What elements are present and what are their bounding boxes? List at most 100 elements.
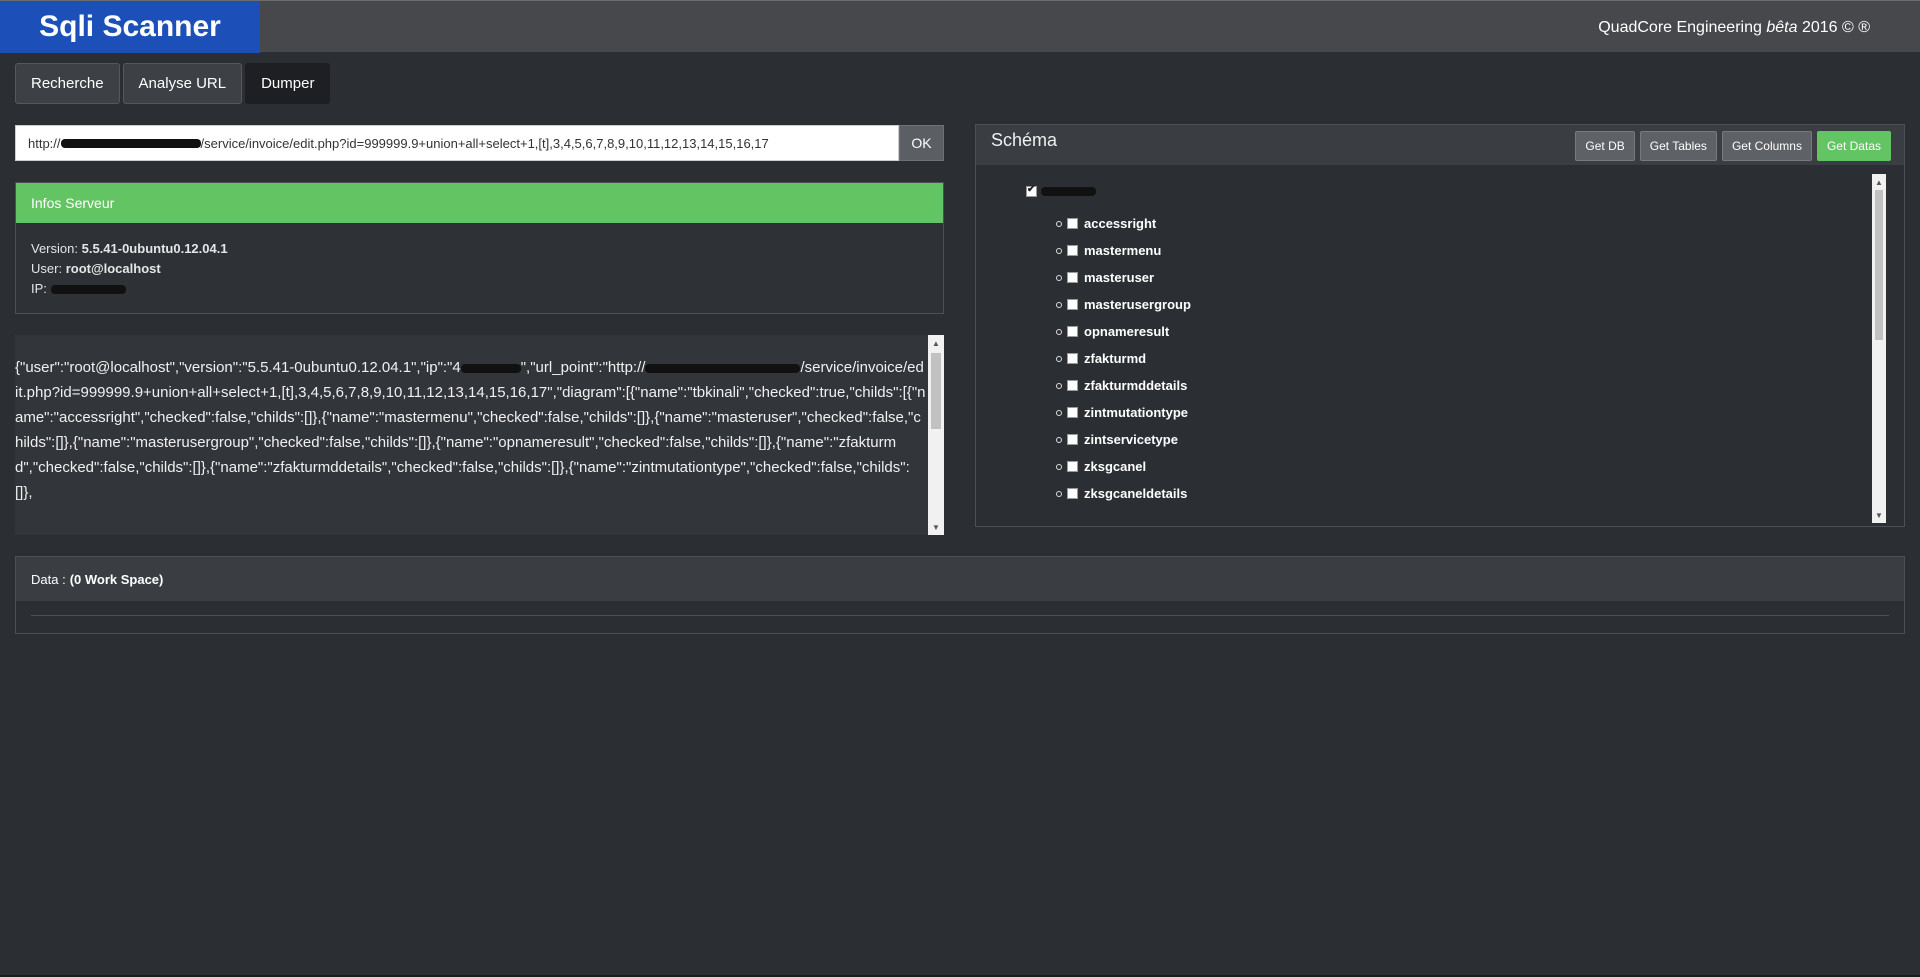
bullet-icon: [1056, 409, 1062, 416]
bullet-icon: [1056, 220, 1062, 227]
table-item[interactable]: zfakturmddetails: [1056, 372, 1191, 399]
table-label: zksgcanel: [1084, 459, 1147, 474]
redacted-json-ip: [460, 363, 521, 373]
json-part-2: ","url_point":"http://: [520, 359, 646, 376]
table-checkbox[interactable]: [1067, 488, 1078, 499]
table-item[interactable]: zksgcaneldetails: [1056, 480, 1191, 507]
table-item[interactable]: zintmutationtype: [1056, 399, 1191, 426]
user-row: User: root@localhost: [31, 259, 928, 279]
server-info-title: Infos Serveur: [16, 183, 943, 223]
table-item[interactable]: zintservicetype: [1056, 426, 1191, 453]
redacted-ip: [50, 285, 126, 295]
schema-scroll-up-icon[interactable]: ▲: [1872, 174, 1886, 190]
json-output-text: {"user":"root@localhost","version":"5.5.…: [15, 355, 926, 505]
scroll-thumb[interactable]: [931, 353, 941, 429]
table-list: accessright mastermenu masteruser masteruse…: [1056, 210, 1191, 507]
ok-button[interactable]: OK: [899, 125, 944, 161]
version-row: Version: 5.5.41-0ubuntu0.12.04.1: [31, 239, 928, 259]
version-value: 5.5.41-0ubuntu0.12.04.1: [81, 241, 228, 256]
data-divider: [31, 615, 1889, 616]
scroll-down-icon[interactable]: ▼: [928, 519, 944, 535]
schema-panel: Schéma Get DB Get Tables Get Columns Get…: [975, 124, 1905, 527]
table-label: opnameresult: [1084, 324, 1170, 339]
table-label: zfakturmd: [1084, 351, 1147, 366]
schema-header: Schéma Get DB Get Tables Get Columns Get…: [976, 125, 1904, 165]
json-part-1: {"user":"root@localhost","version":"5.5.…: [15, 359, 461, 376]
table-checkbox[interactable]: [1067, 218, 1078, 229]
url-prefix: http://: [28, 135, 61, 151]
get-datas-button[interactable]: Get Datas: [1816, 131, 1891, 161]
json-output-textarea[interactable]: {"user":"root@localhost","version":"5.5.…: [15, 335, 944, 535]
workspace-count: (0 Work Space): [69, 571, 164, 587]
bullet-icon: [1056, 328, 1062, 335]
table-label: zksgcaneldetails: [1084, 486, 1188, 501]
data-header: Data : (0 Work Space): [16, 557, 1904, 601]
top-navbar: Sqli Scanner QuadCore Engineering bêta 2…: [0, 0, 1920, 53]
url-bar: http:// /service/invoice/edit.php?id=999…: [15, 125, 944, 161]
get-db-button[interactable]: Get DB: [1575, 131, 1635, 161]
table-label: mastermenu: [1084, 243, 1162, 258]
table-checkbox[interactable]: [1067, 434, 1078, 445]
table-item[interactable]: accessright: [1056, 210, 1191, 237]
data-panel: Data : (0 Work Space): [15, 556, 1905, 634]
table-label: masteruser: [1084, 270, 1155, 285]
table-checkbox[interactable]: [1067, 326, 1078, 337]
user-label: User:: [31, 261, 63, 276]
ip-label: IP:: [31, 281, 47, 296]
schema-tree: accessright mastermenu masteruser masteruse…: [976, 174, 1886, 526]
table-item[interactable]: zksgcanel: [1056, 453, 1191, 480]
table-checkbox[interactable]: [1067, 407, 1078, 418]
schema-scroll-down-icon[interactable]: ▼: [1872, 507, 1886, 523]
bullet-icon: [1056, 463, 1062, 470]
url-input[interactable]: http:// /service/invoice/edit.php?id=999…: [15, 125, 899, 161]
copyright-beta: bêta: [1766, 19, 1798, 36]
bullet-icon: [1056, 490, 1062, 497]
get-tables-button[interactable]: Get Tables: [1639, 131, 1717, 161]
schema-scrollbar[interactable]: ▲ ▼: [1872, 174, 1886, 523]
tab-dumper[interactable]: Dumper: [245, 63, 331, 104]
tab-analyse-url[interactable]: Analyse URL: [122, 63, 243, 104]
table-checkbox[interactable]: [1067, 299, 1078, 310]
table-item[interactable]: zfakturmd: [1056, 345, 1191, 372]
table-label: masterusergroup: [1084, 297, 1191, 312]
table-checkbox[interactable]: [1067, 353, 1078, 364]
table-checkbox[interactable]: [1067, 380, 1078, 391]
user-value: root@localhost: [65, 261, 161, 276]
table-checkbox[interactable]: [1067, 461, 1078, 472]
version-label: Version:: [31, 241, 78, 256]
redacted-json-host: [645, 363, 801, 373]
tree-root-db[interactable]: [1026, 184, 1096, 197]
json-scrollbar[interactable]: ▲ ▼: [928, 335, 944, 535]
redacted-host: [60, 138, 201, 148]
table-label: zfakturmddetails: [1084, 378, 1188, 393]
table-checkbox[interactable]: [1067, 272, 1078, 283]
data-label: Data :: [31, 571, 66, 587]
table-checkbox[interactable]: [1067, 245, 1078, 256]
schema-buttons: Get DB Get Tables Get Columns Get Datas: [1575, 131, 1891, 161]
bullet-icon: [1056, 247, 1062, 254]
main-tabs: Recherche Analyse URL Dumper: [15, 63, 331, 104]
get-columns-button[interactable]: Get Columns: [1721, 131, 1812, 161]
bullet-icon: [1056, 301, 1062, 308]
table-item[interactable]: masterusergroup: [1056, 291, 1191, 318]
table-label: zintservicetype: [1084, 432, 1178, 447]
ip-row: IP:: [31, 279, 928, 299]
table-label: zintmutationtype: [1084, 405, 1188, 420]
app-title[interactable]: Sqli Scanner: [0, 1, 260, 53]
redacted-db-name: [1041, 187, 1096, 196]
copyright-prefix: QuadCore Engineering: [1598, 19, 1762, 36]
table-item[interactable]: opnameresult: [1056, 318, 1191, 345]
bullet-icon: [1056, 382, 1062, 389]
table-item[interactable]: mastermenu: [1056, 237, 1191, 264]
schema-scroll-thumb[interactable]: [1875, 190, 1883, 340]
copyright-text: QuadCore Engineering bêta 2016 © ®: [1598, 19, 1870, 37]
server-info-body: Version: 5.5.41-0ubuntu0.12.04.1 User: r…: [16, 223, 943, 315]
server-info-panel: Infos Serveur Version: 5.5.41-0ubuntu0.1…: [15, 182, 944, 314]
scroll-up-icon[interactable]: ▲: [928, 335, 944, 351]
bullet-icon: [1056, 274, 1062, 281]
tab-recherche[interactable]: Recherche: [15, 63, 120, 104]
bullet-icon: [1056, 355, 1062, 362]
table-item[interactable]: masteruser: [1056, 264, 1191, 291]
root-checkbox[interactable]: [1026, 184, 1037, 197]
json-part-3: /service/invoice/edit.php?id=999999.9+un…: [15, 359, 926, 501]
